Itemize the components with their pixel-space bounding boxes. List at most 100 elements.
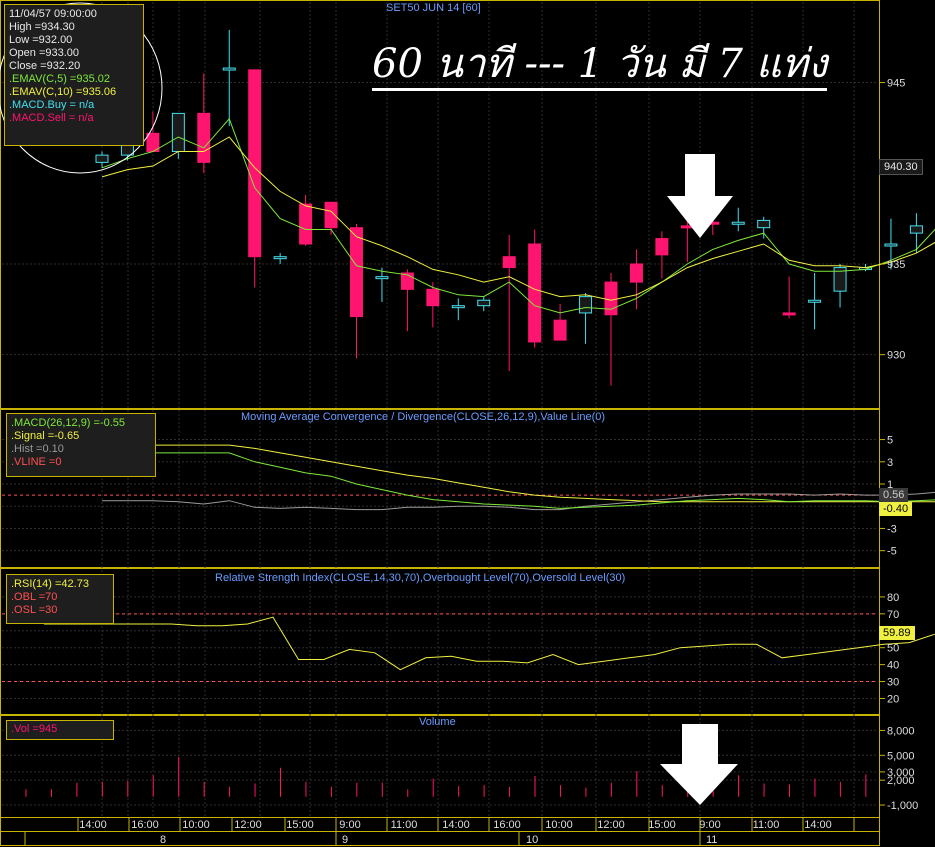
y-tick-label: 930	[887, 350, 905, 362]
y-tick-label: 30	[887, 677, 899, 689]
chart-title: SET50 JUN 14 [60]	[386, 2, 481, 14]
info-vline: .VLINE =0	[11, 456, 62, 468]
candle-down	[502, 256, 516, 269]
candle-up	[757, 219, 771, 229]
ema5-line	[101, 117, 935, 314]
macd-info-box: .MACD(26,12,9) =-0.55 .Signal =-0.65 .Hi…	[6, 413, 156, 477]
x-tick-label: 11:00	[753, 819, 780, 831]
y-tick-label: 5,000	[887, 750, 915, 762]
level-lines	[2, 494, 878, 683]
down-arrow-icon	[667, 154, 733, 238]
x-tick-label: 12:00	[234, 819, 262, 831]
day-label: 10	[526, 834, 538, 846]
info-macd-sell: .MACD.Sell = n/a	[9, 112, 94, 124]
x-tick-label: 9:00	[699, 819, 720, 831]
y-tick-label: 945	[887, 78, 905, 90]
candle-up	[375, 276, 389, 280]
x-tick-label: 16:00	[131, 819, 159, 831]
info-vol: .Vol =945	[11, 723, 58, 735]
ema10-line	[101, 136, 935, 301]
candle-up	[451, 305, 465, 309]
rsi-panel-frame	[0, 568, 880, 715]
volume-bars	[25, 756, 867, 797]
candle-down	[629, 263, 643, 283]
x-tick-label: 14:00	[79, 819, 107, 831]
macd-last-tag-b: -0.40	[879, 502, 913, 516]
y-tick-label: -3	[887, 523, 897, 535]
info-ema5: .EMAV(C,5) =935.02	[9, 73, 110, 85]
info-open: Open =933.00	[9, 47, 80, 59]
candle-down	[350, 227, 363, 318]
info-low: Low =932.00	[9, 34, 73, 46]
x-tick-label: 15:00	[648, 819, 676, 831]
candle-up	[477, 299, 491, 307]
x-tick-label: 16:00	[493, 819, 521, 831]
macd-title: Moving Average Convergence / Divergence(…	[241, 411, 606, 423]
y-tick-label: 50	[887, 643, 899, 655]
candle-down	[528, 243, 542, 343]
macd-last-tag-a: 0.56	[879, 488, 909, 502]
y-tick-label: -1,000	[887, 800, 918, 812]
y-tick-label: 935	[887, 259, 905, 271]
candle-up	[95, 154, 109, 163]
last-price-tag: 940.30	[879, 159, 923, 175]
info-date: 11/04/57 09:00:00	[9, 8, 97, 20]
down-arrow-icon	[660, 724, 738, 805]
annotation-text: 60 นาที --- 1 วัน มี 7 แท่ง	[372, 40, 828, 91]
info-rsi: .RSI(14) =42.73	[11, 578, 89, 590]
candle-down	[604, 281, 618, 316]
info-high: High =934.30	[9, 21, 75, 33]
candle-up	[808, 299, 822, 303]
x-tick-label: 14:00	[804, 819, 832, 831]
candle-up	[579, 296, 593, 314]
day-axis-frame	[0, 831, 880, 846]
rsi-info-box: .RSI(14) =42.73 .OBL =70 .OSL =30	[6, 574, 114, 624]
day-label: 8	[160, 834, 166, 846]
info-obl: .OBL =70	[11, 591, 58, 603]
x-tick-label: 10:00	[545, 819, 573, 831]
info-ema10: .EMAV(C,10) =935.06	[9, 86, 117, 98]
x-tick-label: 11:00	[391, 819, 418, 831]
info-osl: .OSL =30	[11, 604, 58, 616]
y-tick-label: 3,000	[887, 767, 915, 779]
info-macd: .MACD(26,12,9) =-0.55	[11, 417, 126, 429]
y-tick-label: 8,000	[887, 725, 915, 737]
volume-title: Volume	[419, 716, 456, 728]
candle-down	[655, 238, 669, 256]
candle-down	[299, 203, 313, 245]
candle-up	[171, 112, 185, 152]
price-info-box: 11/04/57 09:00:00 High =934.30 Low =932.…	[4, 4, 144, 146]
candle-up	[884, 243, 898, 247]
candle-up	[909, 225, 923, 234]
candle-up	[731, 221, 745, 225]
y-tick-label: 5	[887, 435, 893, 447]
macd-signal-line	[102, 444, 935, 503]
candle-down	[553, 319, 567, 341]
day-label: 11	[706, 834, 717, 846]
info-macd-buy: .MACD.Buy = n/a	[9, 99, 95, 111]
x-tick-label: 9:00	[339, 819, 360, 831]
candle-up	[273, 256, 287, 260]
day-label: 9	[342, 834, 348, 846]
candle-down	[197, 112, 211, 163]
x-tick-label: 10:00	[182, 819, 210, 831]
y-tick-label: 40	[887, 660, 899, 672]
y-tick-label: 3	[887, 457, 893, 469]
x-tick-label: 15:00	[286, 819, 314, 831]
y-tick-label: -5	[887, 546, 897, 558]
volume-info-box: .Vol =945	[6, 720, 114, 740]
y-tick-label: 70	[887, 609, 899, 621]
candle-up	[222, 67, 236, 71]
rsi-title: Relative Strength Index(CLOSE,14,30,70),…	[215, 572, 626, 584]
candle-down	[782, 312, 796, 316]
info-close: Close =932.20	[9, 60, 81, 72]
candle-down	[426, 288, 440, 307]
x-tick-label: 14:00	[442, 819, 470, 831]
macd-line	[102, 452, 935, 509]
y-axis-ticks: 930935945-5-3-113520304050607080-1,0002,…	[880, 78, 918, 812]
candle-down	[400, 272, 414, 290]
rsi-last-tag: 59.89	[879, 626, 915, 640]
x-tick-label: 12:00	[597, 819, 625, 831]
info-hist: .Hist =0.10	[11, 443, 64, 455]
y-tick-label: 20	[887, 693, 899, 705]
